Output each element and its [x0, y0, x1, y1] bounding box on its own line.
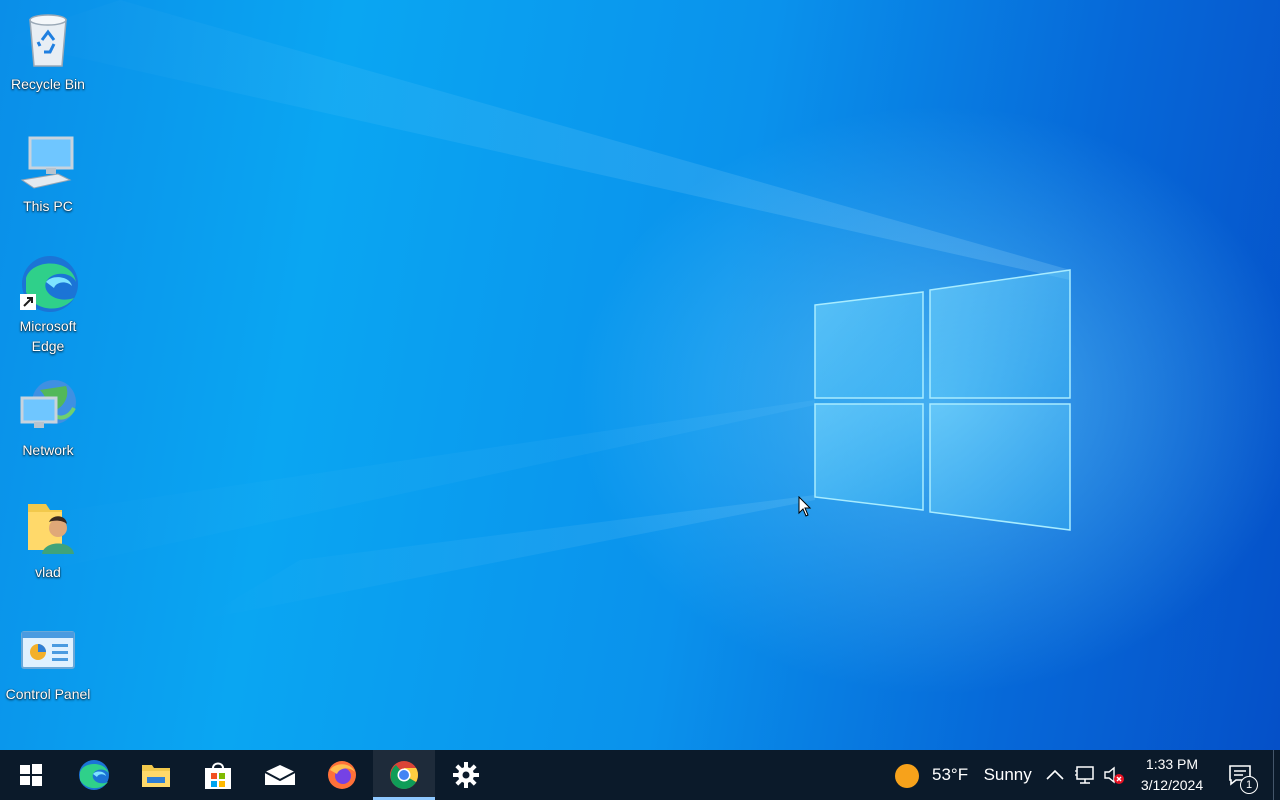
taskbar-app-chrome[interactable]: [373, 750, 435, 800]
notification-count-badge: 1: [1240, 776, 1258, 794]
desktop-icon-label: Network: [22, 442, 74, 458]
speaker-muted-icon[interactable]: [1103, 764, 1125, 786]
sun-icon: [895, 764, 919, 788]
desktop-icon-label: Control Panel: [5, 686, 91, 702]
gear-icon: [453, 762, 479, 788]
user-folder-icon: [16, 498, 80, 562]
windows-start-icon: [20, 764, 42, 786]
mouse-pointer: [798, 496, 812, 517]
desktop-icon-recycle-bin[interactable]: Recycle Bin: [0, 4, 96, 94]
mail-icon: [264, 765, 296, 785]
computer-icon: [16, 132, 80, 196]
wallpaper: [0, 0, 1071, 620]
start-button[interactable]: [0, 750, 62, 800]
taskbar: 53°F Sunny 1:33 PM 3/12/2024: [0, 750, 1280, 800]
taskbar-app-file-explorer[interactable]: [125, 750, 187, 800]
desktop-icon-label: This PC: [23, 198, 73, 214]
store-bag-icon: [205, 762, 231, 789]
firefox-icon: [328, 761, 356, 789]
network-icon: [16, 376, 80, 440]
clock-time: 1:33 PM: [1145, 756, 1199, 772]
edge-icon: [16, 252, 80, 316]
folder-icon: [142, 765, 170, 787]
taskbar-app-edge[interactable]: [63, 750, 125, 800]
desktop-icon-control-panel[interactable]: Control Panel: [0, 614, 96, 704]
clock-date: 3/12/2024: [1140, 777, 1204, 793]
desktop-icon-microsoft-edge[interactable]: Microsoft Edge: [0, 246, 96, 356]
desktop-icon-vlad[interactable]: vlad: [0, 492, 96, 582]
chevron-up-icon[interactable]: [1044, 764, 1066, 786]
taskbar-app-firefox[interactable]: [311, 750, 373, 800]
recycle-bin-icon: [16, 10, 80, 74]
desktop-icon-label: vlad: [35, 564, 61, 580]
edge-icon: [79, 760, 109, 790]
control-panel-icon: [16, 620, 80, 684]
taskbar-app-store[interactable]: [187, 750, 249, 800]
desktop[interactable]: Recycle Bin This PC Microsoft Edge Netwo…: [0, 0, 1280, 750]
desktop-icon-label: Microsoft Edge: [19, 318, 77, 354]
desktop-icon-network[interactable]: Network: [0, 370, 96, 460]
clock[interactable]: 1:33 PM 3/12/2024: [1130, 754, 1214, 796]
weather-text: 53°F Sunny: [932, 765, 1032, 785]
weather-temperature: 53°F: [932, 765, 969, 784]
taskbar-app-settings[interactable]: [435, 750, 497, 800]
desktop-icon-label: Recycle Bin: [11, 76, 85, 92]
taskbar-app-mail[interactable]: [249, 750, 311, 800]
desktop-icon-this-pc[interactable]: This PC: [0, 126, 96, 216]
network-monitor-icon[interactable]: [1074, 764, 1096, 786]
chrome-icon: [390, 761, 418, 789]
show-desktop-button[interactable]: [1273, 750, 1280, 800]
weather-condition: Sunny: [983, 765, 1032, 784]
